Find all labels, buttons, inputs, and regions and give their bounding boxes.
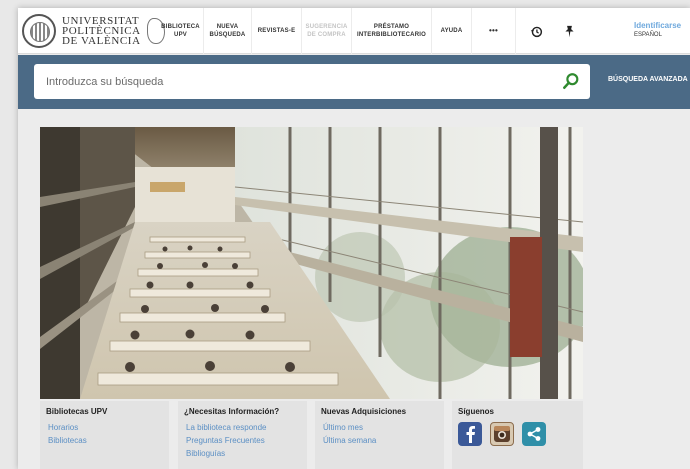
- social-links: [458, 422, 577, 446]
- share-icon[interactable]: [522, 422, 546, 446]
- link-ultimo-mes[interactable]: Último mes: [321, 421, 438, 434]
- footer-col-title: Bibliotecas UPV: [46, 407, 108, 416]
- nav-prestamo-interbibliotecario[interactable]: PRÉSTAMO INTERBIBLIOTECARIO: [352, 8, 432, 54]
- nav-revistas-e[interactable]: REVISTAS-E: [252, 8, 302, 54]
- pin-icon: [564, 25, 574, 37]
- link-biblioguias[interactable]: Bibliogu­ías: [184, 447, 301, 460]
- instagram-icon[interactable]: [490, 422, 514, 446]
- nav-label: BIBLIOTECA: [161, 24, 200, 30]
- facebook-glyph: [466, 426, 475, 443]
- nav-label: NUEVA: [216, 24, 239, 30]
- nav-label: SUGERENCIA: [305, 24, 348, 30]
- university-seal-icon: [22, 14, 56, 48]
- footer-col-title: Nuevas Adquisiciones: [321, 407, 407, 416]
- advanced-search-link[interactable]: BÚSQUEDA AVANZADA: [608, 76, 688, 83]
- footer-col-informacion: ¿Necesitas Información? La biblioteca re…: [178, 401, 307, 469]
- app-frame: UNIVERSITAT POLITÈCNICA DE VALÈNCIA BIBL…: [18, 8, 690, 469]
- nav-nueva-busqueda[interactable]: NUEVA BÚSQUEDA: [204, 8, 252, 54]
- nav-label: DE COMPRA: [307, 32, 346, 38]
- nav-label: AYUDA: [440, 28, 463, 34]
- main-nav: BIBLIOTECA UPV NUEVA BÚSQUEDA REVISTAS-E S…: [158, 8, 582, 54]
- nav-biblioteca-upv[interactable]: BIBLIOTECA UPV: [158, 8, 204, 54]
- footer-col-siguenos: Síguenos: [452, 401, 583, 469]
- logo-line-3: DE VALÈNCIA: [62, 35, 141, 47]
- more-menu-button[interactable]: •••: [472, 8, 516, 54]
- nav-ayuda[interactable]: AYUDA: [432, 8, 472, 54]
- nav-label: REVISTAS-E: [257, 28, 296, 34]
- footer-col-title: Síguenos: [458, 407, 495, 416]
- nav-label: PRÉSTAMO: [373, 24, 410, 30]
- language-selector[interactable]: ESPAÑOL: [634, 32, 681, 38]
- footer-col-bibliotecas: Bibliotecas UPV Horarios Bibliotecas: [40, 401, 169, 469]
- history-icon: [530, 26, 542, 37]
- pin-button[interactable]: [556, 8, 582, 54]
- footer-columns: Bibliotecas UPV Horarios Bibliotecas ¿Ne…: [40, 401, 583, 469]
- link-bibliotecas[interactable]: Bibliotecas: [46, 434, 163, 447]
- library-interior-illustration: [40, 127, 583, 399]
- search-icon[interactable]: [562, 72, 580, 90]
- nav-label: INTERBIBLIOTECARIO: [357, 32, 426, 38]
- link-ultima-semana[interactable]: Última semana: [321, 434, 438, 447]
- history-button[interactable]: [516, 8, 556, 54]
- more-dots-icon: •••: [488, 26, 498, 35]
- facebook-icon[interactable]: [458, 422, 482, 446]
- account-area: Identificarse ESPAÑOL: [634, 21, 681, 38]
- nav-label: BÚSQUEDA: [209, 32, 246, 38]
- nav-label: UPV: [174, 32, 187, 38]
- link-biblioteca-responde[interactable]: La biblioteca responde: [184, 421, 301, 434]
- library-hero-image: [40, 127, 583, 399]
- share-glyph: [527, 427, 541, 441]
- top-header: UNIVERSITAT POLITÈCNICA DE VALÈNCIA BIBL…: [18, 8, 690, 54]
- instagram-glyph: [494, 426, 510, 442]
- upv-logo[interactable]: UNIVERSITAT POLITÈCNICA DE VALÈNCIA: [22, 13, 167, 49]
- link-horarios[interactable]: Horarios: [46, 421, 163, 434]
- link-preguntas-frecuentes[interactable]: Preguntas Frecuentes: [184, 434, 301, 447]
- search-band: BÚSQUEDA AVANZADA: [18, 55, 690, 109]
- login-link[interactable]: Identificarse: [634, 21, 681, 30]
- footer-col-adquisiciones: Nuevas Adquisiciones Último mes Última s…: [315, 401, 444, 469]
- logo-text: UNIVERSITAT POLITÈCNICA DE VALÈNCIA: [62, 16, 141, 47]
- nav-sugerencia-compra: SUGERENCIA DE COMPRA: [302, 8, 352, 54]
- search-box: [34, 64, 590, 99]
- search-input[interactable]: [46, 64, 546, 99]
- footer-col-title: ¿Necesitas Información?: [184, 407, 280, 416]
